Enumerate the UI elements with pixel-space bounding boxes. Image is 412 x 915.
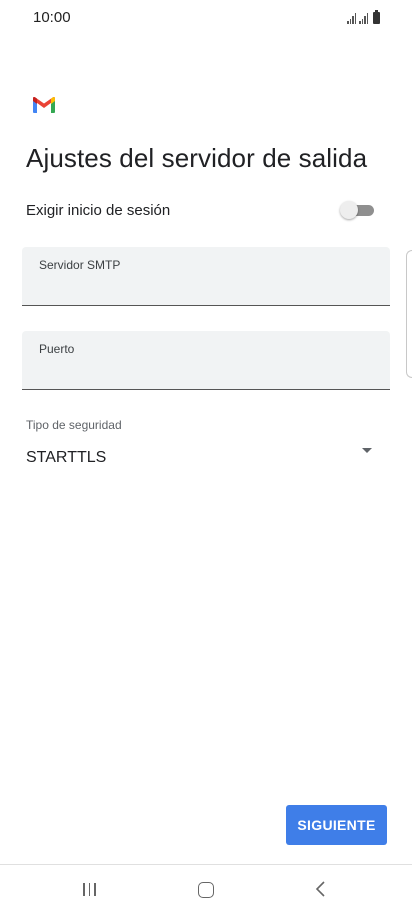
smtp-server-input[interactable] (39, 277, 369, 294)
require-login-toggle[interactable] (340, 201, 376, 219)
page-title: Ajustes del servidor de salida (26, 143, 368, 173)
status-bar: 10:00 (0, 0, 412, 36)
edge-panel-handle[interactable] (406, 250, 412, 378)
status-icons (347, 10, 380, 24)
screen: 10:00 Ajustes del servidor de salida Exi… (0, 0, 412, 915)
port-label: Puerto (39, 342, 75, 356)
status-time: 10:00 (33, 9, 71, 26)
next-button[interactable]: SIGUIENTE (286, 805, 387, 845)
back-icon[interactable] (313, 879, 329, 899)
smtp-server-label: Servidor SMTP (39, 258, 121, 272)
signal-icon (347, 12, 356, 24)
port-field[interactable]: Puerto (22, 331, 390, 390)
security-type-select[interactable]: STARTTLS (26, 440, 378, 474)
recents-icon[interactable] (83, 883, 96, 896)
dropdown-arrow-icon (362, 448, 372, 453)
port-input[interactable] (39, 361, 369, 378)
battery-icon (373, 10, 380, 24)
security-type-value: STARTTLS (26, 449, 107, 466)
home-icon[interactable] (198, 882, 214, 898)
gmail-logo-icon (33, 97, 55, 113)
toggle-thumb (340, 201, 358, 219)
require-login-label: Exigir inicio de sesión (26, 202, 171, 219)
navigation-bar (0, 864, 412, 915)
require-login-row[interactable]: Exigir inicio de sesión (26, 199, 378, 223)
smtp-server-field[interactable]: Servidor SMTP (22, 247, 390, 306)
signal-icon-2 (359, 12, 368, 24)
security-type-label: Tipo de seguridad (26, 418, 122, 432)
